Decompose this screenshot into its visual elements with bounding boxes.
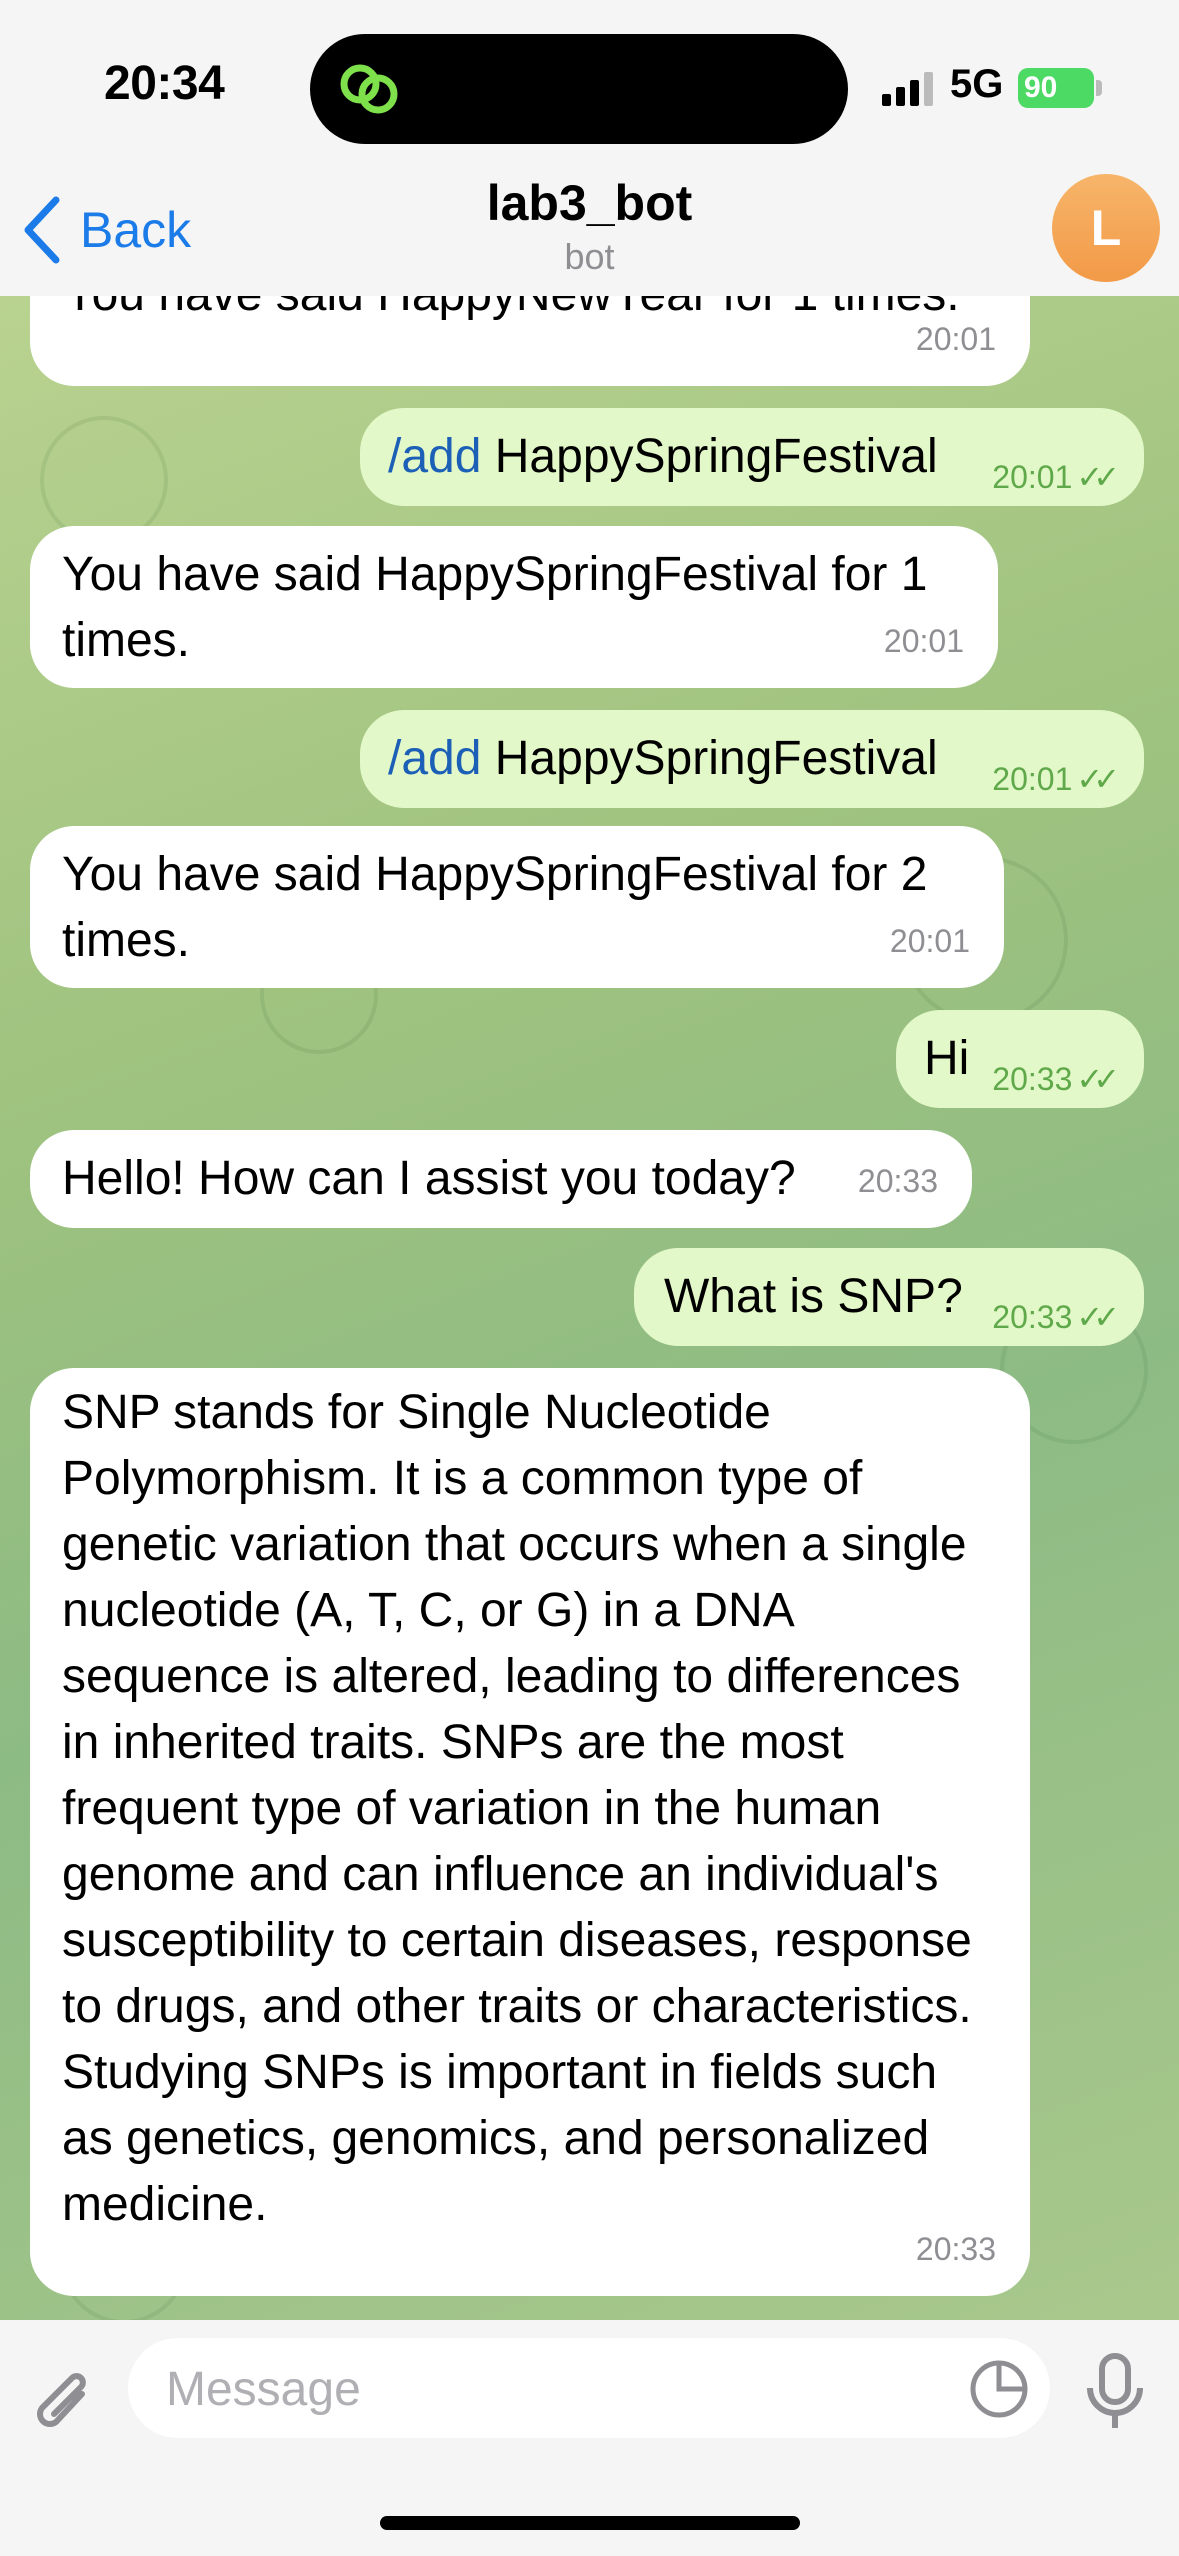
home-indicator[interactable] — [380, 2516, 800, 2530]
message-time: 20:01 — [883, 623, 964, 659]
incoming-message[interactable]: You have said HappySpringFestival for 2 … — [30, 826, 1004, 988]
message-meta: 20:33 ✓✓ — [992, 1284, 1120, 1350]
message-time: 20:33 — [857, 1163, 938, 1199]
bot-command-link[interactable]: /add — [388, 732, 481, 785]
status-time: 20:34 — [104, 57, 225, 110]
incoming-message[interactable]: You have said HappySpringFestival for 1 … — [30, 526, 998, 688]
message-placeholder: Message — [166, 2363, 361, 2416]
double-check-icon: ✓✓ — [1076, 459, 1120, 495]
message-meta: 20:01 ✓✓ — [992, 444, 1120, 510]
double-check-icon: ✓✓ — [1076, 1299, 1120, 1335]
message-meta: 20:01 ✓✓ — [992, 746, 1120, 812]
battery-tip — [1096, 80, 1102, 96]
double-check-icon: ✓✓ — [1076, 761, 1120, 797]
composer-bar: Message — [0, 2320, 1179, 2556]
battery-indicator: 90 — [1018, 68, 1094, 108]
message-text: You have said HappySpringFestival for 1 … — [62, 548, 928, 667]
double-check-icon: ✓✓ — [1076, 1061, 1120, 1097]
incoming-message[interactable]: Hello! How can I assist you today? 20:33 — [30, 1130, 972, 1228]
message-time: 20:33 — [915, 2231, 996, 2267]
link-icon — [340, 64, 398, 114]
outgoing-message[interactable]: /add HappySpringFestival 20:01 ✓✓ — [360, 710, 1144, 808]
outgoing-message[interactable]: Hi 20:33 ✓✓ — [896, 1010, 1144, 1108]
message-time: 20:33 — [992, 1061, 1073, 1097]
top-bar: 20:34 5G 90 Back lab3_bot bot L — [0, 0, 1179, 296]
message-text: What is SNP? — [664, 1270, 963, 1323]
microphone-icon[interactable] — [1082, 2352, 1148, 2432]
message-text: HappySpringFestival — [481, 732, 938, 785]
paperclip-icon[interactable] — [30, 2364, 100, 2444]
avatar[interactable]: L — [1052, 174, 1160, 282]
message-text: Hello! How can I assist you today? — [62, 1152, 796, 1205]
incoming-message[interactable]: You have said HappyNewYear for 1 times. … — [30, 296, 1030, 386]
chat-subtitle: bot — [564, 236, 615, 277]
bot-command-link[interactable]: /add — [388, 430, 481, 483]
incoming-message[interactable]: SNP stands for Single Nucleotide Polymor… — [30, 1368, 1030, 2296]
message-text: HappySpringFestival — [481, 430, 938, 483]
message-time: 20:33 — [992, 1299, 1073, 1335]
message-input[interactable]: Message — [128, 2338, 1050, 2438]
message-meta: 20:33 ✓✓ — [992, 1046, 1120, 1112]
battery-level: 90 — [1024, 71, 1058, 104]
dynamic-island — [310, 34, 848, 144]
sticker-icon[interactable] — [968, 2358, 1030, 2420]
message-time: 20:01 — [889, 923, 970, 959]
chat-area[interactable]: You have said HappyNewYear for 1 times. … — [0, 296, 1179, 2320]
message-time: 20:01 — [915, 321, 996, 357]
chat-title[interactable]: lab3_bot — [0, 174, 1179, 232]
message-text: You have said HappyNewYear for 1 times. — [64, 296, 960, 321]
message-time: 20:01 — [992, 459, 1073, 495]
outgoing-message[interactable]: What is SNP? 20:33 ✓✓ — [634, 1248, 1144, 1346]
message-text: SNP stands for Single Nucleotide Polymor… — [62, 1386, 972, 2231]
message-time: 20:01 — [992, 761, 1073, 797]
signal-icon — [882, 72, 933, 106]
outgoing-message[interactable]: /add HappySpringFestival 20:01 ✓✓ — [360, 408, 1144, 506]
network-type: 5G — [950, 62, 1004, 106]
message-text: You have said HappySpringFestival for 2 … — [62, 848, 928, 967]
background-doodle — [40, 416, 168, 544]
message-text: Hi — [924, 1032, 970, 1085]
